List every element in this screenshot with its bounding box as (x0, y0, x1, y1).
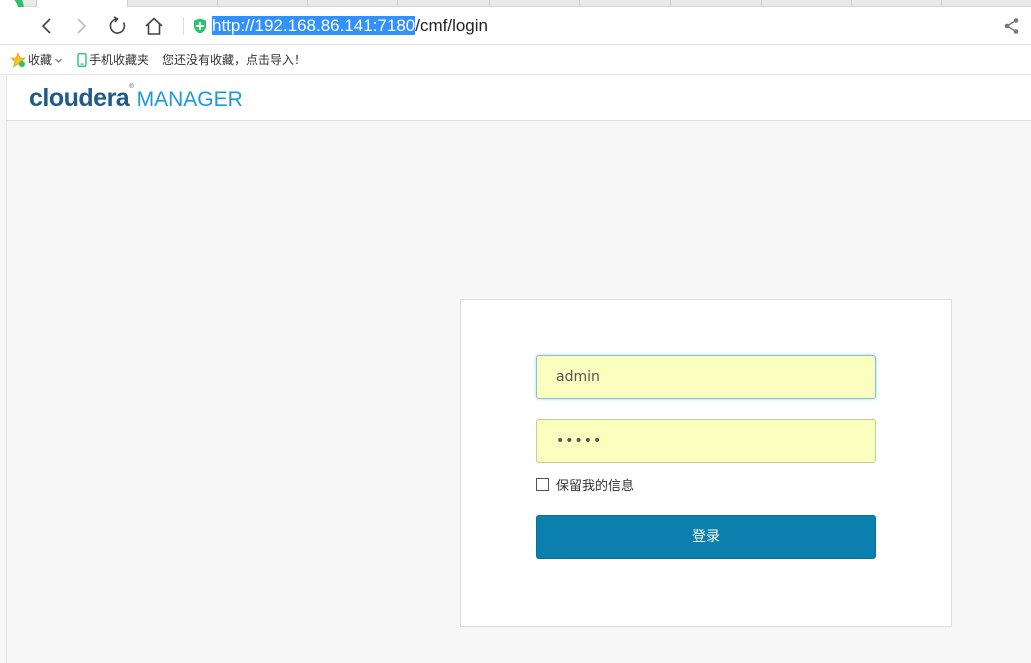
content-border (6, 121, 7, 663)
back-button[interactable] (32, 11, 62, 41)
remember-me[interactable]: 保留我的信息 (536, 475, 634, 494)
remember-label: 保留我的信息 (556, 479, 635, 494)
secure-shield-icon[interactable] (193, 18, 207, 34)
bookmarks-bar: 收藏 手机收藏夹 您还没有收藏，点击导入！ (0, 45, 1031, 75)
tab[interactable] (128, 0, 218, 7)
brand-main: cloudera (29, 84, 130, 112)
tab[interactable] (852, 0, 942, 7)
cloudera-manager-logo[interactable]: cloudera®MANAGER (29, 84, 243, 113)
reload-button[interactable] (103, 11, 133, 41)
remember-checkbox[interactable] (536, 478, 549, 491)
mobile-bookmarks-label: 手机收藏夹 (89, 53, 150, 67)
address-bar[interactable]: http://192.168.86.141:7180/cmf/login (212, 15, 488, 37)
import-bookmarks-link[interactable]: 您还没有收藏，点击导入！ (162, 52, 306, 68)
tab[interactable] (490, 0, 580, 7)
share-icon[interactable] (1003, 17, 1021, 35)
tab-strip (0, 0, 1031, 7)
forward-button[interactable] (66, 11, 96, 41)
star-icon (10, 52, 26, 68)
tab-active[interactable] (36, 0, 128, 7)
app-header: cloudera®MANAGER (6, 75, 1031, 121)
brand-sub: MANAGER (136, 88, 243, 111)
password-input[interactable]: ••••• (536, 419, 876, 463)
url-selected-text: http://192.168.86.141:7180 (212, 16, 416, 35)
tab[interactable] (308, 0, 398, 7)
divider (183, 17, 184, 35)
tab[interactable] (580, 0, 671, 7)
login-card: admin ••••• 保留我的信息 登录 (460, 299, 952, 627)
mobile-bookmarks-link[interactable]: 手机收藏夹 (77, 52, 149, 68)
url-path-text: /cmf/login (415, 16, 488, 35)
tab[interactable] (218, 0, 308, 7)
browser-navbar: http://192.168.86.141:7180/cmf/login (0, 7, 1031, 45)
favorites-label: 收藏 (28, 53, 53, 67)
home-button[interactable] (139, 11, 169, 41)
favorites-menu[interactable]: 收藏 (10, 52, 63, 68)
home-icon (145, 17, 163, 35)
import-hint-label: 您还没有收藏，点击导入！ (162, 53, 307, 67)
chevron-down-icon (55, 58, 62, 63)
tab[interactable] (762, 0, 852, 7)
username-input[interactable]: admin (536, 355, 876, 399)
tab[interactable] (398, 0, 490, 7)
brand-trademark: ® (129, 84, 134, 90)
chevron-left-icon (41, 18, 51, 34)
chevron-right-icon (77, 18, 87, 34)
phone-icon (77, 53, 87, 67)
login-button[interactable]: 登录 (536, 515, 876, 559)
tab[interactable] (671, 0, 762, 7)
reload-icon (109, 16, 126, 34)
